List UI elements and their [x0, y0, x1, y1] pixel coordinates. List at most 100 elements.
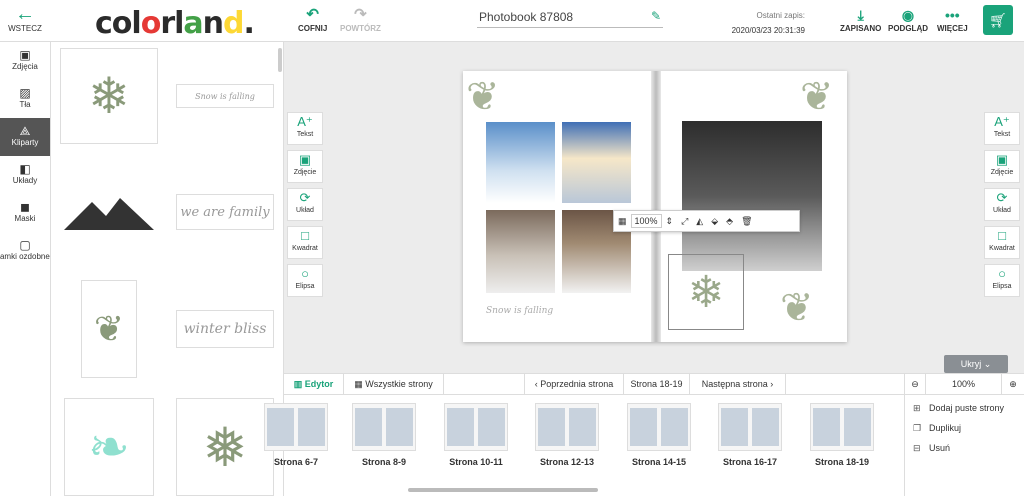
- thumbnail[interactable]: [444, 403, 508, 451]
- clipart-mountains[interactable]: [60, 188, 158, 236]
- add-page-icon: ⊞: [913, 403, 921, 413]
- text-icon: A⁺: [297, 114, 313, 129]
- clipart-winter-bliss[interactable]: winter bliss: [176, 310, 274, 348]
- undo-button[interactable]: ↶ COFNIJ: [298, 6, 327, 33]
- photo-ski-shop[interactable]: [682, 121, 822, 271]
- square-icon: □: [998, 228, 1006, 243]
- menu-item-delete[interactable]: ⊟ Usuń: [905, 438, 1024, 458]
- clipart-we-are-family[interactable]: we are family: [176, 194, 274, 230]
- image-add-icon: ▣: [298, 152, 312, 167]
- clipart-snowflake-2[interactable]: ❅: [176, 398, 274, 496]
- thumbnail-label: Strona 18-19: [814, 457, 870, 467]
- last-saved-info: Ostatni zapis: 2020/03/23 20:31:39: [731, 11, 805, 35]
- sidebar: ▣ Zdjęcia ▨ Tła ⟁ Kliparty ◧ Układy ◼ Maski ▢…: [0, 42, 51, 496]
- tool-square-left[interactable]: □ Kwadrat: [287, 226, 323, 259]
- page-caption[interactable]: Snow is falling: [486, 306, 553, 316]
- page-context-menu: ⊞ Dodaj puste strony ❐ Duplikuj ⊟ Usuń: [904, 395, 1024, 496]
- grid-icon: ▦: [354, 379, 363, 389]
- photo-ski-lift[interactable]: [486, 122, 555, 203]
- prev-page-button[interactable]: ‹ Poprzednia strona: [524, 374, 624, 395]
- chevron-down-icon: ⌄: [983, 359, 992, 369]
- photo-sunset-slope[interactable]: [562, 122, 631, 203]
- tab-all-pages[interactable]: ▦ Wszystkie strony: [344, 374, 444, 395]
- tab-editor[interactable]: ▥ Edytor: [284, 374, 344, 395]
- cart-button[interactable]: 🛒︎: [983, 5, 1013, 35]
- scrollbar[interactable]: [278, 48, 282, 72]
- sidebar-item-layouts[interactable]: ◧ Układy: [0, 156, 50, 194]
- hide-button[interactable]: Ukryj ⌄: [944, 355, 1008, 373]
- tool-layout-left[interactable]: ⟳ Układ: [287, 188, 323, 221]
- clipart-snow-is-falling[interactable]: Snow is falling: [176, 84, 274, 108]
- preview-button[interactable]: ◉ PODGLĄD: [888, 6, 928, 33]
- redo-icon: ↷: [354, 6, 367, 23]
- text-icon: A⁺: [994, 114, 1010, 129]
- more-icon: •••: [944, 7, 960, 23]
- logo: colorland.: [95, 6, 255, 41]
- project-title-field[interactable]: Photobook 87808 ✎: [477, 6, 663, 28]
- current-page: Strona 18-19: [624, 374, 690, 395]
- flip-icon[interactable]: ◭: [692, 216, 707, 227]
- thumbnail[interactable]: [810, 403, 874, 451]
- thumbnail-strip: Strona 6-7 Strona 8-9 Strona 10-11 Stron…: [264, 395, 904, 496]
- grid-icon[interactable]: ▦: [614, 216, 631, 227]
- layer-down-icon[interactable]: ⬙: [707, 216, 722, 227]
- tool-image-right[interactable]: ▣ Zdjęcie: [984, 150, 1020, 183]
- shapes-icon: ⟁: [19, 124, 31, 138]
- tool-ellipse-right[interactable]: ○ Elipsa: [984, 264, 1020, 297]
- sidebar-item-cliparts[interactable]: ⟁ Kliparty: [0, 118, 50, 156]
- clipart-snowflake[interactable]: ❄: [60, 48, 158, 144]
- frame-icon: ▢: [19, 238, 31, 252]
- clipart-feather[interactable]: ❧: [64, 398, 154, 496]
- selected-snowflake-clipart[interactable]: ❄: [668, 254, 744, 330]
- branch-decoration-bottom: ❦: [780, 286, 814, 330]
- saved-button[interactable]: ⤓ ZAPISANO: [840, 6, 881, 33]
- sidebar-item-photos[interactable]: ▣ Zdjęcia: [0, 42, 50, 80]
- mask-icon: ◼: [20, 200, 30, 214]
- sidebar-item-frames[interactable]: ▢Ramki ozdobne: [0, 232, 50, 270]
- book-spine: [651, 71, 661, 342]
- photo-chalet[interactable]: [486, 210, 555, 293]
- layout-icon: ◧: [19, 162, 31, 176]
- thumbnail[interactable]: [352, 403, 416, 451]
- pages-bar: ▥ Edytor ▦ Wszystkie strony ‹ Poprzednia…: [284, 373, 1024, 395]
- trash-icon[interactable]: 🗑︎: [737, 216, 756, 227]
- clipart-branch[interactable]: ❦: [81, 280, 137, 378]
- back-button[interactable]: ← WSTECZ: [6, 4, 44, 33]
- copy-icon: ❐: [913, 423, 922, 433]
- sidebar-item-backgrounds[interactable]: ▨ Tła: [0, 80, 50, 118]
- chevron-right-icon: ›: [770, 379, 774, 389]
- tool-text-left[interactable]: A⁺ Tekst: [287, 112, 323, 145]
- stepper-icon[interactable]: ⇕: [662, 216, 678, 227]
- tool-text-right[interactable]: A⁺ Tekst: [984, 112, 1020, 145]
- save-icon: ⤓: [857, 7, 864, 23]
- tool-ellipse-left[interactable]: ○ Elipsa: [287, 264, 323, 297]
- thumbnail[interactable]: [718, 403, 782, 451]
- refresh-icon: ⟳: [996, 190, 1008, 205]
- cart-icon: 🛒︎: [989, 12, 1007, 28]
- fit-icon[interactable]: ⤢: [677, 216, 692, 227]
- zoom-out-icon[interactable]: ⊖: [904, 374, 926, 395]
- thumbnail-label: Strona 12-13: [539, 457, 595, 467]
- layer-up-icon[interactable]: ⬘: [722, 216, 737, 227]
- redo-button[interactable]: ↷ POWTÓRZ: [340, 6, 381, 33]
- tool-image-left[interactable]: ▣ Zdjęcie: [287, 150, 323, 183]
- zoom-in-icon[interactable]: ⊕: [1002, 374, 1024, 395]
- menu-item-duplicate[interactable]: ❐ Duplikuj: [905, 418, 1024, 438]
- tool-square-right[interactable]: □ Kwadrat: [984, 226, 1020, 259]
- eye-icon: ◉: [901, 7, 915, 23]
- chevron-left-icon: ‹: [534, 379, 538, 389]
- columns-icon: ▥: [293, 379, 303, 389]
- pencil-icon[interactable]: ✎: [651, 9, 661, 23]
- sidebar-item-masks[interactable]: ◼ Maski: [0, 194, 50, 232]
- more-button[interactable]: ••• WIĘCEJ: [937, 6, 968, 33]
- tool-layout-right[interactable]: ⟳ Układ: [984, 188, 1020, 221]
- thumbnail[interactable]: [535, 403, 599, 451]
- menu-item-add-blank-pages[interactable]: ⊞ Dodaj puste strony: [905, 398, 1024, 418]
- horizontal-scrollbar[interactable]: [408, 488, 598, 492]
- square-icon: □: [301, 228, 309, 243]
- thumbnail[interactable]: [627, 403, 691, 451]
- zoom-field[interactable]: 100%: [630, 214, 662, 228]
- next-page-button[interactable]: Następna strona ›: [690, 374, 786, 395]
- thumbnail[interactable]: [264, 403, 328, 451]
- mountain-icon: [64, 198, 154, 230]
